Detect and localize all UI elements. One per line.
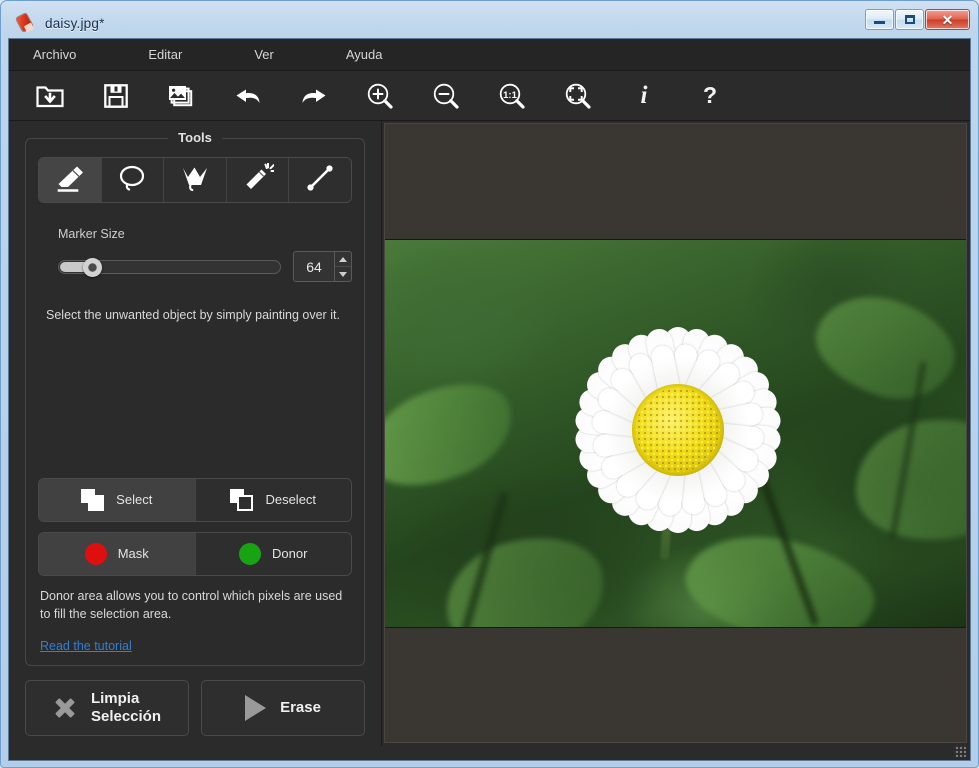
- close-button[interactable]: ✕: [925, 9, 970, 30]
- select-button[interactable]: Select: [39, 478, 196, 521]
- red-circle-icon: [84, 542, 107, 565]
- magic-wand-icon: [242, 162, 277, 198]
- line-icon: [304, 163, 336, 198]
- svg-text:1:1: 1:1: [503, 90, 517, 101]
- stepper-up-button[interactable]: [335, 252, 351, 267]
- batch-images-icon: [168, 83, 196, 109]
- title-bar: daisy.jpg* ✕: [8, 8, 971, 38]
- status-bar: [9, 745, 970, 760]
- mask-button[interactable]: Mask: [39, 532, 196, 575]
- x-cross-icon: [53, 696, 77, 720]
- clear-selection-button[interactable]: Limpia Selección: [25, 680, 189, 736]
- toolbar: 1:1 i ?: [9, 71, 970, 121]
- tools-group-box: Tools Marker Size 64 Select the unwanted…: [25, 130, 365, 666]
- image-canvas[interactable]: [384, 123, 967, 743]
- clear-selection-line2: Selección: [90, 708, 162, 725]
- minimize-icon: [874, 21, 885, 24]
- deselect-label: Deselect: [265, 492, 317, 508]
- zoom-out-icon: [432, 82, 460, 110]
- erase-button[interactable]: Erase: [201, 680, 365, 736]
- zoom-in-icon: [366, 82, 394, 110]
- stepper-arrows: [334, 252, 351, 281]
- mask-donor-row: Mask Donor: [38, 531, 352, 576]
- application-window: daisy.jpg* ✕ Archivo Editar Ver Ayuda 1:…: [0, 0, 979, 768]
- marker-size-value[interactable]: 64: [294, 252, 334, 281]
- zoom-fit-button[interactable]: [555, 75, 601, 117]
- magic-wand-tool[interactable]: [226, 158, 290, 202]
- marker-tool[interactable]: [39, 158, 102, 202]
- daisy-flower: [560, 312, 796, 548]
- panel-spacer: [38, 324, 352, 468]
- donor-button[interactable]: Donor: [195, 532, 351, 575]
- window-title: daisy.jpg*: [45, 15, 105, 31]
- open-folder-icon: [36, 83, 64, 109]
- redo-arrow-icon: [300, 84, 328, 108]
- line-tool[interactable]: [289, 158, 351, 202]
- client-area: Archivo Editar Ver Ayuda 1:1 i ? Tools M…: [8, 38, 971, 761]
- donor-label: Donor: [272, 546, 308, 562]
- resize-grip[interactable]: [954, 745, 966, 757]
- stepper-down-button[interactable]: [335, 267, 351, 281]
- clear-selection-label: Limpia Selección: [91, 690, 161, 725]
- zoom-in-button[interactable]: [357, 75, 403, 117]
- redo-button[interactable]: [291, 75, 337, 117]
- chevron-up-icon: [339, 256, 347, 262]
- outlined-square-icon: [230, 488, 254, 511]
- action-buttons: Limpia Selección Erase: [25, 680, 365, 736]
- menu-bar: Archivo Editar Ver Ayuda: [9, 39, 970, 71]
- menu-archivo[interactable]: Archivo: [27, 43, 82, 66]
- save-button[interactable]: [93, 75, 139, 117]
- play-triangle-icon: [245, 695, 267, 721]
- chevron-down-icon: [339, 271, 347, 277]
- clear-selection-line1: Limpia: [90, 690, 140, 708]
- mask-label: Mask: [117, 546, 149, 562]
- zoom-out-button[interactable]: [423, 75, 469, 117]
- body-split: Tools Marker Size 64 Select the unwanted…: [9, 121, 970, 746]
- marker-size-stepper[interactable]: 64: [293, 251, 352, 282]
- maximize-button[interactable]: [895, 9, 924, 30]
- zoom-actual-size-button[interactable]: 1:1: [489, 75, 535, 117]
- open-file-button[interactable]: [27, 75, 73, 117]
- read-tutorial-link[interactable]: Read the tutorial: [40, 639, 352, 653]
- zoom-fit-icon: [564, 82, 592, 110]
- erase-label: Erase: [280, 699, 321, 717]
- slider-thumb[interactable]: [83, 257, 103, 277]
- green-circle-icon: [239, 542, 262, 565]
- marker-size-label: Marker Size: [58, 227, 125, 241]
- tools-group-title: Tools: [168, 130, 222, 145]
- marker-pen-icon: [53, 163, 87, 198]
- undo-arrow-icon: [234, 84, 262, 108]
- filled-squares-icon: [81, 488, 105, 511]
- zoom-actual-size-icon: 1:1: [498, 82, 526, 110]
- marker-size-slider[interactable]: [58, 257, 281, 277]
- app-eraser-icon: [16, 13, 36, 33]
- batch-images-button[interactable]: [159, 75, 205, 117]
- polygon-lasso-tool[interactable]: [164, 158, 227, 202]
- lasso-tool[interactable]: [101, 158, 165, 202]
- info-button[interactable]: i: [621, 75, 667, 117]
- donor-note-text: Donor area allows you to control which p…: [40, 588, 343, 621]
- select-label: Select: [116, 492, 153, 508]
- minimize-button[interactable]: [865, 9, 894, 30]
- menu-ver[interactable]: Ver: [248, 43, 280, 66]
- window-controls: ✕: [865, 9, 970, 30]
- menu-editar[interactable]: Editar: [142, 43, 188, 66]
- tools-panel: Tools Marker Size 64 Select the unwanted…: [9, 121, 382, 746]
- tool-strip: [38, 157, 352, 203]
- close-icon: ✕: [941, 11, 954, 28]
- help-button[interactable]: ?: [687, 75, 733, 117]
- lasso-icon: [116, 163, 148, 198]
- select-deselect-row: Select Deselect: [38, 477, 352, 522]
- undo-button[interactable]: [225, 75, 271, 117]
- polygon-lasso-icon: [179, 163, 211, 198]
- canvas-wrapper: [382, 121, 970, 746]
- marker-size-row: 64: [38, 251, 352, 282]
- menu-ayuda[interactable]: Ayuda: [340, 43, 389, 66]
- marker-hint-text: Select the unwanted object by simply pai…: [46, 308, 340, 322]
- photo-daisy[interactable]: [385, 238, 966, 628]
- daisy-center-disc: [632, 383, 724, 476]
- maximize-icon: [904, 15, 915, 24]
- save-floppy-icon: [104, 83, 128, 108]
- deselect-button[interactable]: Deselect: [195, 478, 351, 521]
